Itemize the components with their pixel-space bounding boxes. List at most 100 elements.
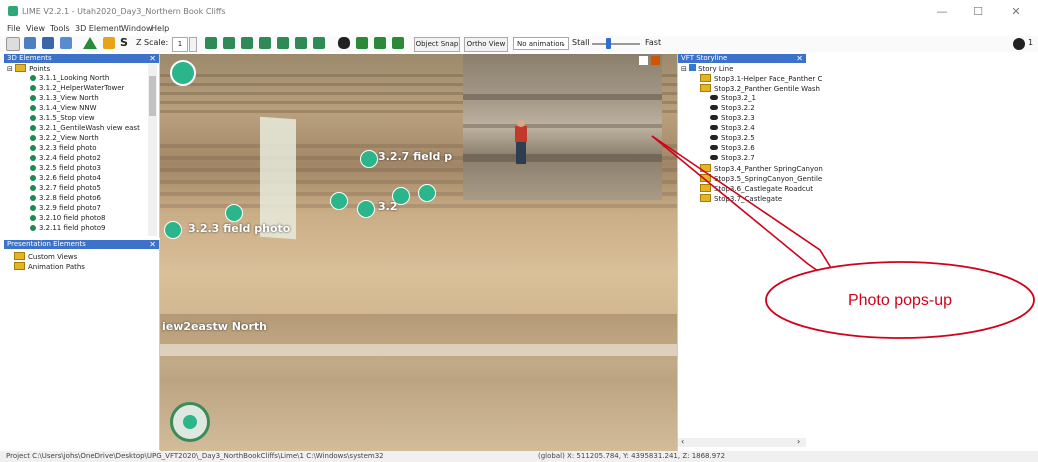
point-item[interactable]: 3.2.8 field photo6 <box>30 194 101 203</box>
point-item[interactable]: 3.2.5 field photo3 <box>30 164 101 173</box>
point-item[interactable]: 3.2.3 field photo <box>30 144 97 153</box>
tree-item-label: Custom Views <box>28 253 78 261</box>
ortho-view-button[interactable]: Ortho View <box>464 37 508 52</box>
menu-view[interactable]: View <box>26 24 45 33</box>
point-item[interactable]: 3.1.1_Looking North <box>30 74 109 83</box>
elements-panel-title-text: 3D Elements <box>7 54 52 62</box>
terrain-icon[interactable] <box>83 37 97 49</box>
measure-2-icon[interactable] <box>223 37 235 49</box>
measure-6-icon[interactable] <box>295 37 307 49</box>
viewpoint-marker-icon[interactable] <box>170 60 196 86</box>
user-icon[interactable] <box>1013 38 1025 50</box>
photo-marker-icon[interactable] <box>225 204 243 222</box>
person-legs <box>516 142 526 164</box>
close-icon[interactable]: ✕ <box>149 240 156 249</box>
callout-pointer <box>651 135 837 277</box>
tool-icon[interactable] <box>103 37 115 49</box>
s-tool-icon[interactable]: S <box>120 36 128 49</box>
measure-3-icon[interactable] <box>241 37 253 49</box>
close-photo-icon[interactable] <box>651 56 660 65</box>
measure-4-icon[interactable] <box>259 37 271 49</box>
open-folder-icon[interactable] <box>24 37 36 49</box>
compass-icon[interactable] <box>170 402 210 442</box>
point-item[interactable]: 3.2.2_View North <box>30 134 99 143</box>
photo-marker-icon[interactable] <box>418 184 436 202</box>
close-button[interactable]: ✕ <box>1002 4 1030 20</box>
measure-icon[interactable] <box>205 37 217 49</box>
new-file-icon[interactable] <box>6 37 20 51</box>
elements-scrollbar-thumb[interactable] <box>149 76 156 116</box>
storyline-root-label: Story Line <box>698 65 734 73</box>
photo-marker-icon[interactable] <box>164 221 182 239</box>
photo-marker-icon[interactable] <box>360 150 378 168</box>
point-item[interactable]: 3.2.11 field photo9 <box>30 224 105 233</box>
photo-popup[interactable] <box>463 54 662 200</box>
zscale-input[interactable]: 1 <box>172 37 188 52</box>
viewport-label: 3.2.3 field photo <box>188 222 291 235</box>
point-icon <box>30 145 36 151</box>
point-icon <box>30 85 36 91</box>
tree-2-icon[interactable] <box>374 37 386 49</box>
callout-pointer-2 <box>651 135 829 279</box>
photo-marker-icon[interactable] <box>357 200 375 218</box>
story-item[interactable]: Stop3.1-Helper Face_Panther C <box>700 74 822 84</box>
story-item-label: Stop3.2.2 <box>721 104 755 112</box>
maximize-button[interactable]: ☐ <box>964 4 992 20</box>
tree-3-icon[interactable] <box>392 37 404 49</box>
photo-marker-icon[interactable] <box>330 192 348 210</box>
close-icon[interactable]: ✕ <box>796 54 803 63</box>
point-item[interactable]: 3.1.5_Stop view <box>30 114 95 123</box>
point-icon <box>30 125 36 131</box>
point-item[interactable]: 3.2.9 field photo7 <box>30 204 101 213</box>
expand-icon[interactable] <box>639 56 648 65</box>
toolbar: S Z Scale: 1 Object Snap Ortho View No a… <box>0 36 1038 52</box>
point-item[interactable]: 3.2.6 field photo4 <box>30 174 101 183</box>
storyline-root[interactable]: ⊟ Story Line <box>681 64 733 74</box>
point-item[interactable]: 3.2.1_GentileWash view east <box>30 124 140 133</box>
animation-select[interactable]: No animation ⌄ <box>513 37 569 50</box>
speed-slider-thumb[interactable] <box>606 38 611 49</box>
story-item[interactable]: Stop3.2_1 <box>710 94 756 103</box>
tree-item-animation-paths[interactable]: Animation Paths <box>14 262 85 272</box>
elements-scrollbar[interactable] <box>148 64 157 236</box>
point-icon <box>30 205 36 211</box>
story-item[interactable]: Stop3.2.2 <box>710 104 755 113</box>
binoculars-icon[interactable] <box>338 37 350 49</box>
story-item[interactable]: Stop3.2.3 <box>710 114 755 123</box>
tree-item-custom-views[interactable]: Custom Views <box>14 252 77 262</box>
object-snap-button[interactable]: Object Snap <box>414 37 460 52</box>
point-item-label: 3.2.2_View North <box>39 134 99 142</box>
menu-tools[interactable]: Tools <box>50 24 70 33</box>
minimize-button[interactable]: — <box>928 4 956 20</box>
measure-7-icon[interactable] <box>313 37 325 49</box>
storyline-panel-title: VFT Storyline ✕ <box>678 54 806 63</box>
point-item[interactable]: 3.2.10 field photo8 <box>30 214 105 223</box>
menu-file[interactable]: File <box>7 24 20 33</box>
menu-help[interactable]: Help <box>151 24 169 33</box>
storyline-h-scrollbar[interactable]: ‹ › <box>678 437 806 447</box>
story-item[interactable]: Stop3.2_Panther Gentile Wash <box>700 84 820 94</box>
folder-icon <box>700 84 711 92</box>
tree-root-points[interactable]: ⊟ Points <box>7 64 50 74</box>
menu-3d-element[interactable]: 3D Element <box>75 24 122 33</box>
point-item[interactable]: 3.2.4 field photo2 <box>30 154 101 163</box>
collapse-icon[interactable]: ⊟ <box>681 65 687 73</box>
point-item[interactable]: 3.2.7 field photo5 <box>30 184 101 193</box>
speed-slider-track[interactable] <box>592 43 640 45</box>
save-as-icon[interactable] <box>60 37 72 49</box>
menu-window[interactable]: Window <box>121 24 153 33</box>
point-item[interactable]: 3.1.2_HelperWaterTower <box>30 84 124 93</box>
close-icon[interactable]: ✕ <box>149 54 156 63</box>
zscale-stepper[interactable] <box>189 37 197 52</box>
scroll-right-icon[interactable]: › <box>797 437 800 446</box>
stall-label: Stall <box>572 38 590 47</box>
save-icon[interactable] <box>42 37 54 49</box>
folder-icon <box>14 252 25 260</box>
collapse-icon[interactable]: ⊟ <box>7 65 13 73</box>
point-item[interactable]: 3.1.3_View North <box>30 94 99 103</box>
measure-5-icon[interactable] <box>277 37 289 49</box>
scroll-left-icon[interactable]: ‹ <box>681 437 684 446</box>
point-item[interactable]: 3.1.4_View NNW <box>30 104 97 113</box>
point-item-label: 3.2.11 field photo9 <box>39 224 106 232</box>
tree-icon[interactable] <box>356 37 368 49</box>
